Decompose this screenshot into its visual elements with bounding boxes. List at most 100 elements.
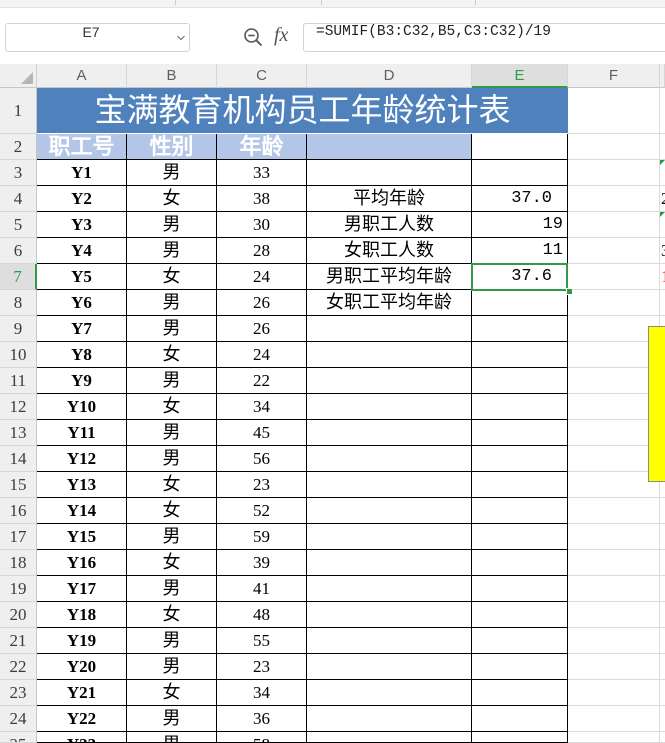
age-cell[interactable]: 58 [217,732,307,743]
empty-cell[interactable] [307,524,472,550]
empty-cell[interactable] [472,160,568,186]
empty-cell[interactable] [660,134,665,160]
employee-id-cell[interactable]: Y13 [37,472,127,498]
age-cell[interactable]: 33 [217,160,307,186]
employee-id-cell[interactable]: Y14 [37,498,127,524]
row-header-1[interactable]: 1 [0,88,37,134]
empty-cell[interactable] [568,524,660,550]
empty-cell[interactable] [472,732,568,743]
empty-cell[interactable] [568,576,660,602]
column-title-employee-id[interactable]: 职工号 [37,134,127,160]
age-cell[interactable]: 59 [217,524,307,550]
age-cell[interactable]: 48 [217,602,307,628]
row-header-20[interactable]: 20 [0,602,37,628]
empty-cell[interactable] [307,316,472,342]
column-header-a[interactable]: A [37,64,127,88]
empty-cell[interactable] [568,446,660,472]
gender-cell[interactable]: 男 [127,316,217,342]
employee-id-cell[interactable]: Y6 [37,290,127,316]
empty-cell[interactable] [472,498,568,524]
empty-cell[interactable] [568,550,660,576]
employee-id-cell[interactable]: Y10 [37,394,127,420]
employee-id-cell[interactable]: Y8 [37,342,127,368]
empty-cell[interactable] [660,680,665,706]
row-header-25[interactable]: 25 [0,732,37,743]
empty-cell[interactable] [568,368,660,394]
column-header-partial[interactable] [660,64,665,88]
row-header-8[interactable]: 8 [0,290,37,316]
empty-cell[interactable] [307,342,472,368]
name-box-value[interactable]: E7 [6,24,176,51]
empty-cell[interactable] [568,420,660,446]
gender-cell[interactable]: 女 [127,680,217,706]
row-header-19[interactable]: 19 [0,576,37,602]
employee-id-cell[interactable]: Y18 [37,602,127,628]
insert-function-button[interactable]: fx [274,24,288,52]
yellow-note-shape[interactable] [648,326,665,482]
empty-cell[interactable] [472,680,568,706]
row-header-18[interactable]: 18 [0,550,37,576]
empty-cell[interactable] [472,706,568,732]
row-header-22[interactable]: 22 [0,654,37,680]
empty-cell[interactable] [568,472,660,498]
empty-cell[interactable] [568,602,660,628]
row-header-2[interactable]: 2 [0,134,37,160]
stat-label-cell[interactable]: 平均年龄 [307,186,472,212]
empty-cell[interactable] [568,212,660,238]
empty-cell[interactable] [568,238,660,264]
empty-cell[interactable] [660,498,665,524]
employee-id-cell[interactable]: Y22 [37,706,127,732]
header-fill-cell[interactable] [307,134,472,160]
gender-cell[interactable]: 男 [127,628,217,654]
formula-input[interactable]: =SUMIF(B3:C32,B5,C3:C32)/19 [303,23,665,52]
stat-value-cell[interactable]: 37.0 [472,186,568,212]
empty-cell[interactable] [307,576,472,602]
age-cell[interactable]: 41 [217,576,307,602]
empty-cell[interactable] [307,420,472,446]
stat-label-cell[interactable]: 女职工平均年龄 [307,290,472,316]
column-header-d[interactable]: D [307,64,472,88]
gender-cell[interactable]: 男 [127,290,217,316]
empty-cell[interactable] [568,264,660,290]
empty-cell[interactable] [307,550,472,576]
row-header-11[interactable]: 11 [0,368,37,394]
row-header-16[interactable]: 16 [0,498,37,524]
row-header-9[interactable]: 9 [0,316,37,342]
empty-cell[interactable] [660,550,665,576]
empty-cell[interactable] [568,628,660,654]
employee-id-cell[interactable]: Y11 [37,420,127,446]
empty-cell[interactable] [568,88,660,134]
empty-cell[interactable] [568,394,660,420]
empty-cell[interactable] [568,342,660,368]
age-cell[interactable]: 45 [217,420,307,446]
empty-cell[interactable] [307,368,472,394]
column-title-age[interactable]: 年龄 [217,134,307,160]
age-cell[interactable]: 24 [217,342,307,368]
gender-cell[interactable]: 男 [127,524,217,550]
age-cell[interactable]: 34 [217,680,307,706]
empty-cell[interactable] [568,290,660,316]
empty-cell[interactable] [660,88,665,134]
stat-label-cell[interactable]: 男职工平均年龄 [307,264,472,290]
row-header-3[interactable]: 3 [0,160,37,186]
row-header-5[interactable]: 5 [0,212,37,238]
empty-cell[interactable] [472,368,568,394]
empty-cell[interactable] [568,498,660,524]
empty-cell[interactable] [307,628,472,654]
age-cell[interactable]: 39 [217,550,307,576]
empty-cell[interactable] [472,420,568,446]
empty-cell[interactable] [472,654,568,680]
gender-cell[interactable]: 女 [127,472,217,498]
empty-cell[interactable] [472,628,568,654]
gender-cell[interactable]: 男 [127,238,217,264]
employee-id-cell[interactable]: Y20 [37,654,127,680]
empty-cell[interactable] [307,160,472,186]
column-header-b[interactable]: B [127,64,217,88]
empty-cell[interactable] [660,628,665,654]
employee-id-cell[interactable]: Y23 [37,732,127,743]
empty-cell[interactable] [472,550,568,576]
gender-cell[interactable]: 女 [127,394,217,420]
row-header-6[interactable]: 6 [0,238,37,264]
empty-cell[interactable] [568,134,660,160]
empty-cell[interactable] [660,524,665,550]
